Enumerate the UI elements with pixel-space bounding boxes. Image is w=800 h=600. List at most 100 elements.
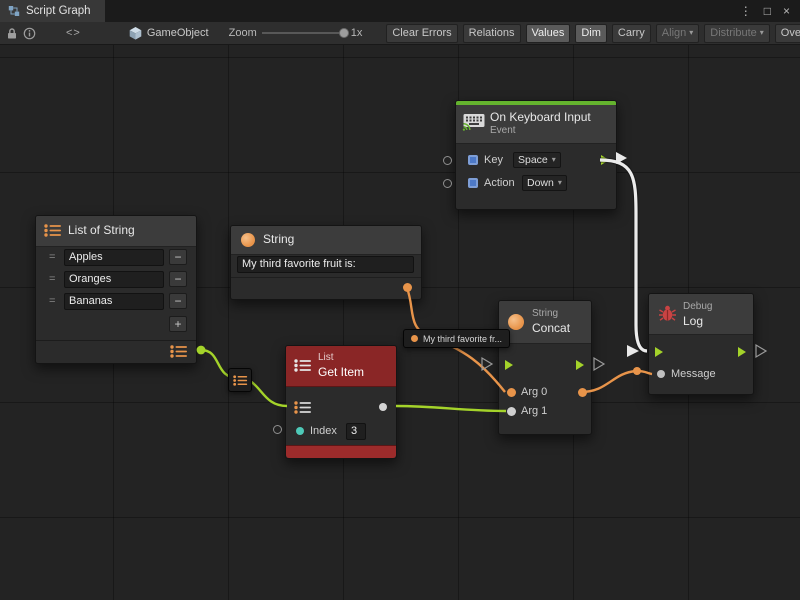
node-header[interactable]: On Keyboard Input Event bbox=[456, 105, 616, 144]
gameobject-icon bbox=[129, 26, 142, 40]
relations-button[interactable]: Relations bbox=[463, 24, 521, 43]
action-input-port[interactable] bbox=[443, 179, 452, 188]
dim-toggle[interactable]: Dim bbox=[575, 24, 607, 43]
chevron-down-icon: ▾ bbox=[760, 29, 764, 37]
graph-canvas[interactable]: On Keyboard Input Event Key Space▾ Actio… bbox=[0, 45, 800, 600]
chevron-down-icon: ▾ bbox=[689, 29, 693, 37]
info-icon[interactable] bbox=[23, 27, 36, 40]
close-icon[interactable]: × bbox=[783, 4, 790, 18]
flow-input-port[interactable] bbox=[505, 360, 513, 370]
unity-script-graph-window: { "window": { "tab_title": "Script Graph… bbox=[0, 0, 800, 600]
string-preview-text: My third favorite fr... bbox=[423, 334, 502, 344]
drag-handle-icon[interactable]: = bbox=[49, 251, 55, 263]
list-type-icon bbox=[170, 345, 188, 363]
key-input-port[interactable] bbox=[443, 156, 452, 165]
value-wire-getitem-to-concat[interactable] bbox=[396, 406, 506, 411]
values-toggle[interactable]: Values bbox=[526, 24, 571, 43]
zoom-slider-knob[interactable] bbox=[339, 28, 349, 38]
node-concat[interactable]: String Concat Arg 0 Arg 1 bbox=[498, 300, 592, 435]
node-subtitle: Event bbox=[490, 125, 516, 136]
error-footer-bar bbox=[286, 445, 396, 458]
flow-indicator-log-out bbox=[756, 345, 766, 357]
item-output-port[interactable] bbox=[379, 403, 387, 411]
message-input-port[interactable] bbox=[657, 370, 665, 378]
keyboard-icon bbox=[462, 113, 486, 136]
maximize-icon[interactable]: □ bbox=[764, 4, 771, 18]
node-debug-log[interactable]: Debug Log Message bbox=[648, 293, 754, 395]
list-input-port-icon[interactable] bbox=[294, 401, 312, 419]
remove-item-button[interactable]: − bbox=[169, 249, 187, 265]
action-dropdown[interactable]: Down▾ bbox=[522, 175, 567, 191]
chevron-down-icon: ▾ bbox=[558, 179, 562, 187]
drag-handle-icon[interactable]: = bbox=[49, 273, 55, 285]
overview-button[interactable]: Overview bbox=[775, 24, 800, 43]
code-icon[interactable]: <> bbox=[66, 27, 81, 39]
list-icon bbox=[294, 359, 312, 377]
node-list-of-string[interactable]: List of String = Apples − = Oranges − = … bbox=[35, 215, 197, 364]
flow-out-indicator bbox=[616, 152, 627, 164]
bug-icon bbox=[658, 304, 677, 327]
gameobject-selector[interactable]: GameObject bbox=[147, 27, 209, 39]
flow-arrowhead bbox=[627, 345, 639, 357]
node-title: Log bbox=[683, 314, 703, 328]
key-port-label: Key bbox=[484, 154, 503, 166]
wire-value-preview-string: My third favorite fr... bbox=[403, 329, 510, 348]
divider bbox=[231, 277, 421, 278]
node-category: String bbox=[532, 308, 558, 319]
remove-item-button[interactable]: − bbox=[169, 293, 187, 309]
node-category: List bbox=[318, 352, 334, 363]
arg1-label: Arg 1 bbox=[521, 405, 547, 417]
list-output-dot[interactable] bbox=[197, 346, 206, 355]
string-value-dot bbox=[411, 335, 418, 342]
list-item-field[interactable]: Apples bbox=[64, 249, 164, 266]
node-on-keyboard-input[interactable]: On Keyboard Input Event Key Space▾ Actio… bbox=[455, 100, 617, 210]
flow-input-port[interactable] bbox=[655, 347, 663, 357]
result-output-port[interactable] bbox=[578, 388, 587, 397]
node-title: List of String bbox=[68, 223, 135, 237]
list-icon bbox=[233, 375, 248, 386]
lock-icon[interactable] bbox=[6, 27, 18, 40]
remove-item-button[interactable]: − bbox=[169, 271, 187, 287]
string-value-field[interactable]: My third favorite fruit is: bbox=[237, 256, 414, 273]
string-type-icon bbox=[508, 314, 524, 330]
distribute-button[interactable]: Distribute▾ bbox=[704, 24, 769, 43]
node-category: Debug bbox=[683, 301, 712, 312]
flow-output-port[interactable] bbox=[576, 360, 584, 370]
node-title: String bbox=[263, 232, 294, 246]
clear-errors-button[interactable]: Clear Errors bbox=[386, 24, 457, 43]
chevron-down-icon: ▾ bbox=[552, 156, 556, 164]
zoom-label: Zoom bbox=[229, 27, 257, 39]
node-string-literal[interactable]: String My third favorite fruit is: bbox=[230, 225, 422, 300]
string-output-port[interactable] bbox=[403, 283, 412, 292]
node-header[interactable]: List of String bbox=[36, 216, 196, 247]
graph-toolbar: <> GameObject Zoom 1x Clear Errors Relat… bbox=[0, 22, 800, 45]
trigger-output-port[interactable] bbox=[601, 155, 609, 165]
list-item-field[interactable]: Bananas bbox=[64, 293, 164, 310]
index-input-indicator[interactable] bbox=[273, 425, 282, 434]
node-header[interactable]: String Concat bbox=[499, 301, 591, 344]
node-get-item[interactable]: List Get Item Index 3 bbox=[285, 345, 397, 459]
node-header[interactable]: List Get Item bbox=[286, 346, 396, 387]
window-tab-bar: Script Graph ⋮ □ × bbox=[0, 0, 800, 22]
index-value-field[interactable]: 3 bbox=[346, 423, 366, 440]
drag-handle-icon[interactable]: = bbox=[49, 295, 55, 307]
window-menu-icon[interactable]: ⋮ bbox=[740, 4, 752, 18]
arg0-input-port[interactable] bbox=[507, 388, 516, 397]
align-button[interactable]: Align▾ bbox=[656, 24, 699, 43]
key-dropdown[interactable]: Space▾ bbox=[513, 152, 561, 168]
divider bbox=[36, 340, 196, 341]
arg1-input-port[interactable] bbox=[507, 407, 516, 416]
node-title: On Keyboard Input bbox=[490, 110, 591, 124]
add-item-button[interactable]: + bbox=[169, 316, 187, 332]
index-port-label: Index bbox=[310, 425, 337, 437]
wire-value-dot bbox=[633, 367, 641, 375]
node-header[interactable]: Debug Log bbox=[649, 294, 753, 335]
script-graph-icon bbox=[8, 5, 20, 17]
tab-script-graph[interactable]: Script Graph bbox=[0, 0, 105, 22]
index-input-port[interactable] bbox=[296, 427, 304, 435]
list-item-field[interactable]: Oranges bbox=[64, 271, 164, 288]
carry-toggle[interactable]: Carry bbox=[612, 24, 651, 43]
flow-output-port[interactable] bbox=[738, 347, 746, 357]
node-header[interactable]: String bbox=[231, 226, 421, 255]
zoom-slider[interactable] bbox=[262, 32, 346, 34]
